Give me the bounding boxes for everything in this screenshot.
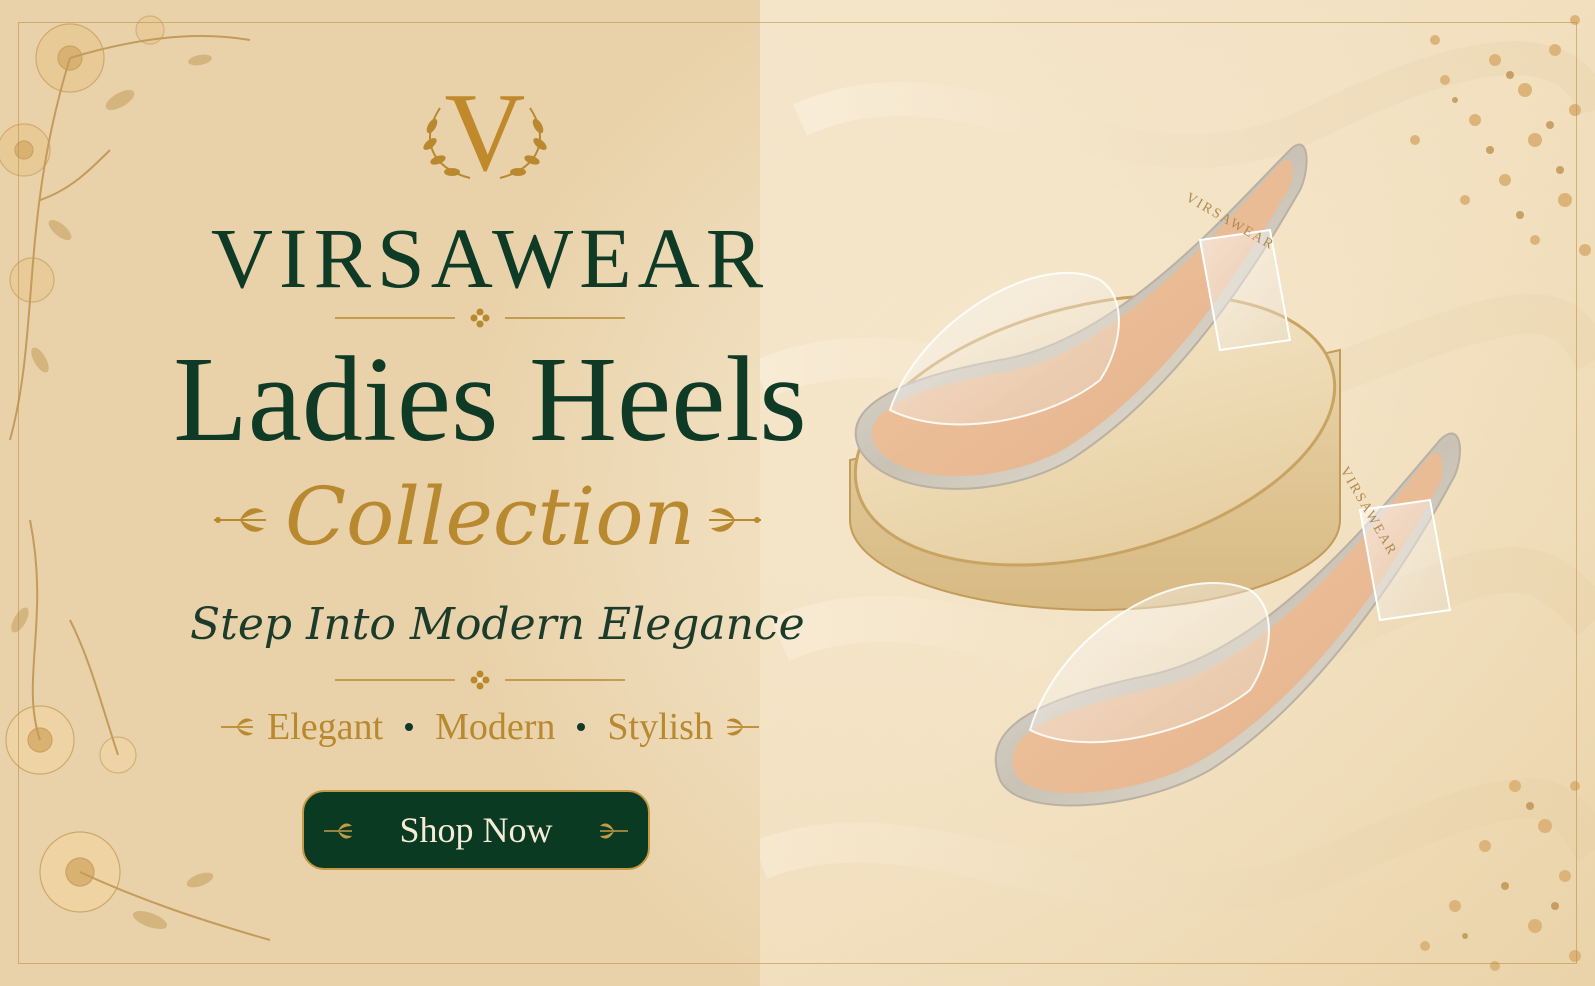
leaf-flourish-icon — [600, 823, 628, 839]
leaf-flourish-icon — [726, 718, 759, 736]
brand-monogram: V — [410, 71, 560, 195]
headline-title: Ladies Heels — [173, 332, 807, 467]
leaf-flourish-icon — [221, 718, 253, 736]
headline-subtitle: Collection — [284, 470, 696, 563]
promo-banner: V VIRSAWEAR Ladies Heels Collection Step… — [0, 0, 1595, 986]
shop-now-label: Shop Now — [399, 810, 553, 850]
tagline: Step Into Modern Elegance — [190, 599, 805, 650]
feature-item: Elegant — [267, 706, 384, 748]
leaf-flourish-icon — [324, 823, 352, 839]
product-image-heels: VIRSAWEAR VIRSAWEAR — [849, 143, 1461, 807]
floral-ornament-icon — [335, 670, 625, 690]
feature-item: Stylish — [607, 706, 713, 748]
leaf-flourish-icon — [709, 508, 761, 532]
floral-ornament-icon — [335, 308, 625, 328]
dot-icon — [405, 723, 414, 731]
shop-now-button[interactable]: Shop Now — [302, 790, 650, 870]
brand-name: VIRSAWEAR — [210, 210, 770, 306]
monogram-letter: V — [444, 71, 526, 195]
feature-list: Elegant Modern Stylish — [190, 700, 790, 754]
dot-icon — [577, 723, 586, 731]
feature-item: Modern — [435, 706, 556, 748]
